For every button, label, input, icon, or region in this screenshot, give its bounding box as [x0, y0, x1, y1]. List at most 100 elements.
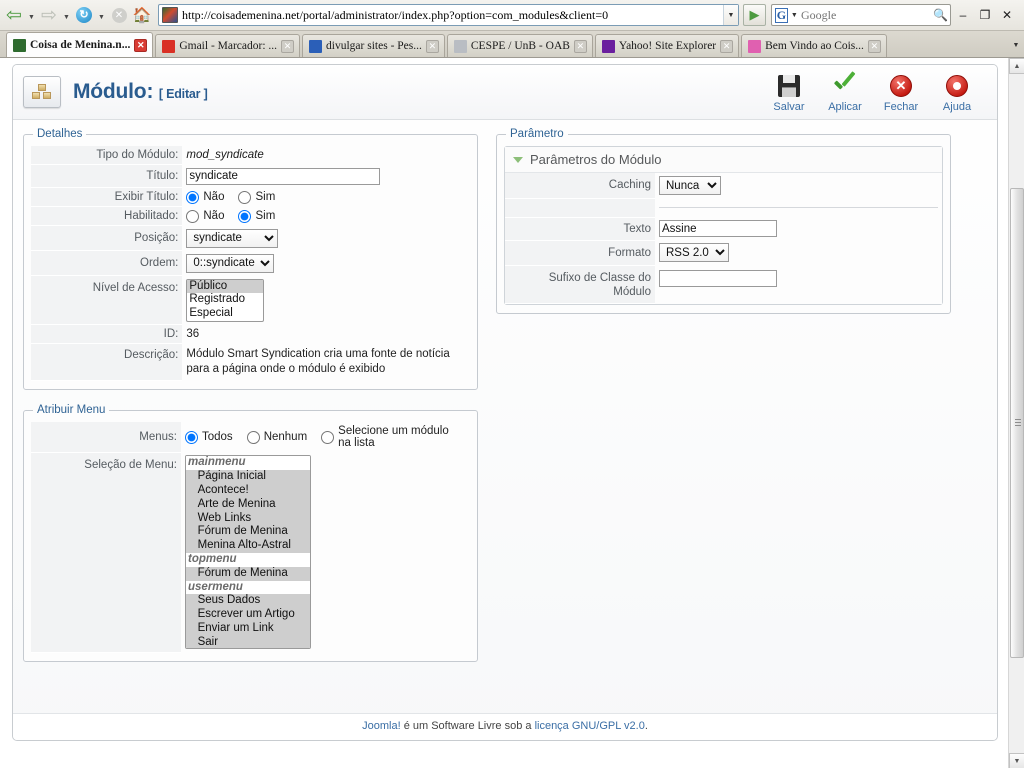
show-title-option-nao[interactable]: Não — [186, 190, 224, 204]
enabled-radio-sim[interactable] — [238, 209, 252, 223]
search-engine-dropdown-icon[interactable]: ▼ — [790, 12, 799, 19]
position-select[interactable]: syndicate — [186, 228, 279, 248]
menu-item-option[interactable]: Fórum de Menina — [186, 567, 310, 581]
browser-tab-3[interactable]: CESPE / UnB - OAB ✕ — [446, 34, 593, 57]
menu-selection-listbox[interactable]: mainmenu Página Inicial Acontece! Arte d… — [185, 455, 311, 650]
row-access: Nível de Acesso: PúblicoRegistradoEspeci… — [31, 275, 470, 326]
title-input[interactable] — [186, 167, 381, 185]
menu-item-option[interactable]: Web Links — [186, 512, 310, 526]
home-button[interactable]: 🏠 — [131, 3, 153, 27]
joomla-link[interactable]: Joomla! — [362, 720, 401, 732]
browser-tab-2[interactable]: divulgar sites - Pes... ✕ — [302, 34, 445, 57]
order-select[interactable]: 0::syndicate — [186, 253, 275, 273]
id-label: ID: — [31, 324, 183, 345]
tab-close-icon[interactable]: ✕ — [281, 39, 295, 53]
menus-radio-selecione[interactable] — [321, 430, 335, 444]
address-bar[interactable]: http://coisademenina.net/portal/administ… — [158, 4, 739, 26]
minimize-button[interactable]: – — [956, 8, 970, 22]
menu-item-option[interactable]: Menina Alto-Astral — [186, 539, 310, 553]
restore-button[interactable]: ❐ — [978, 8, 992, 22]
browser-tab-4[interactable]: Yahoo! Site Explorer ✕ — [594, 34, 740, 57]
show-title-radio-nao[interactable] — [186, 190, 200, 204]
row-enabled: Habilitado: Não Sim — [31, 206, 470, 226]
tab-close-icon[interactable]: ✕ — [573, 39, 587, 53]
admin-toolbar: Salvar Aplicar ✕ Fechar Ajuda — [763, 71, 989, 113]
access-option[interactable]: Público — [187, 280, 263, 294]
back-arrow-icon: ⇦ — [6, 4, 22, 26]
tab-close-icon[interactable]: ✕ — [867, 39, 881, 53]
menu-item-option[interactable]: Escrever um Artigo — [186, 608, 310, 622]
stop-button[interactable]: ✕ — [108, 3, 130, 27]
scrollbar-up-arrow[interactable]: ▲ — [1009, 58, 1024, 74]
menus-radio-nenhum[interactable] — [246, 430, 260, 444]
forward-button[interactable]: ⇨ — [38, 3, 60, 27]
formato-select[interactable]: RSS 2.0 — [659, 243, 729, 262]
toolbar-button-salvar[interactable]: Salvar — [763, 71, 815, 113]
texto-input[interactable] — [659, 220, 777, 237]
search-magnifier-icon[interactable]: 🔍 — [932, 8, 950, 22]
tab-close-icon[interactable]: ✕ — [134, 38, 148, 52]
module-parameters-panel: Parâmetros do Módulo Caching Nunca Texto… — [504, 146, 943, 306]
back-button[interactable]: ⇦ — [3, 3, 25, 27]
menus-option-nenhum[interactable]: Nenhum — [246, 430, 307, 444]
browser-tab-5[interactable]: Bem Vindo ao Cois... ✕ — [741, 34, 887, 57]
menu-item-option[interactable]: Enviar um Link — [186, 622, 310, 636]
search-bar[interactable]: G ▼ 🔍 — [771, 4, 951, 26]
browser-tab-0[interactable]: Coisa de Menina.n... ✕ — [6, 32, 154, 57]
tab-favicon-icon — [748, 39, 762, 53]
toolbar-button-fechar[interactable]: ✕ Fechar — [875, 71, 927, 113]
joomla-admin-panel: Módulo: [ Editar ] Salvar Aplicar ✕ Fechar A… — [12, 64, 998, 741]
show-title-radio-sim[interactable] — [238, 190, 252, 204]
show-title-option-sim[interactable]: Sim — [238, 190, 275, 204]
toolbar-button-aplicar[interactable]: Aplicar — [819, 71, 871, 113]
access-option[interactable]: Especial — [187, 307, 263, 321]
tab-close-icon[interactable]: ✕ — [720, 39, 734, 53]
row-menus: Menus: Todos Nenhum Selecione um módulo … — [31, 422, 470, 453]
access-option[interactable]: Registrado — [187, 293, 263, 307]
menu-item-option[interactable]: Sair — [186, 636, 310, 650]
address-bar-dropdown-icon[interactable]: ▼ — [723, 5, 738, 25]
enabled-option-sim[interactable]: Sim — [238, 209, 275, 223]
chevron-down-icon[interactable] — [513, 156, 523, 163]
forward-history-dropdown[interactable]: ▼ — [61, 3, 72, 27]
search-input[interactable] — [798, 6, 932, 24]
menus-option-todos[interactable]: Todos — [185, 430, 233, 444]
menu-item-option[interactable]: Seus Dados — [186, 594, 310, 608]
back-history-dropdown[interactable]: ▼ — [26, 3, 37, 27]
license-link[interactable]: licença GNU/GPL v2.0 — [535, 720, 645, 732]
menu-item-option[interactable]: Fórum de Menina — [186, 525, 310, 539]
browser-tab-1[interactable]: Gmail - Marcador: ... ✕ — [155, 34, 301, 57]
reload-button[interactable]: ↻ — [73, 3, 95, 27]
menus-option-selecione[interactable]: Selecione um módulo na lista — [321, 425, 456, 449]
lifebuoy-help-icon — [946, 73, 968, 99]
reload-dropdown[interactable]: ▼ — [96, 3, 107, 27]
page-title-main: Módulo: — [73, 80, 154, 103]
menus-radio-todos[interactable] — [185, 430, 198, 444]
row-show-title: Exibir Título: Não Sim — [31, 187, 470, 207]
suffix-input[interactable] — [659, 270, 777, 287]
page-title-mode: [ Editar ] — [158, 87, 208, 101]
scrollbar-thumb[interactable] — [1010, 188, 1024, 658]
row-caching: Caching Nunca — [505, 173, 942, 199]
close-window-button[interactable]: ✕ — [1000, 8, 1014, 22]
caching-select[interactable]: Nunca — [659, 176, 721, 195]
menu-item-option[interactable]: Arte de Menina — [186, 498, 310, 512]
stop-icon: ✕ — [111, 7, 127, 23]
site-favicon-icon — [162, 7, 178, 23]
scrollbar-down-arrow[interactable]: ▼ — [1009, 753, 1024, 768]
enabled-radio-group: Não Sim — [186, 209, 466, 223]
menus-label: Menus: — [31, 422, 181, 453]
module-type-label: Tipo do Módulo: — [31, 146, 183, 165]
tab-list-chevron-down-icon[interactable]: ▼ — [1008, 34, 1024, 57]
access-level-listbox[interactable]: PúblicoRegistradoEspecial — [186, 278, 265, 322]
toolbar-button-label: Aplicar — [828, 101, 862, 113]
enabled-radio-nao[interactable] — [186, 209, 200, 223]
toolbar-button-ajuda[interactable]: Ajuda — [931, 71, 983, 113]
menu-item-option[interactable]: Acontece! — [186, 484, 310, 498]
module-parameters-header[interactable]: Parâmetros do Módulo — [505, 147, 942, 173]
tab-close-icon[interactable]: ✕ — [425, 39, 439, 53]
go-button[interactable]: ▶ — [743, 4, 766, 26]
enabled-option-nao[interactable]: Não — [186, 209, 224, 223]
page-scrollbar[interactable]: ▲ ▼ — [1008, 58, 1024, 768]
menu-item-option[interactable]: Página Inicial — [186, 470, 310, 484]
